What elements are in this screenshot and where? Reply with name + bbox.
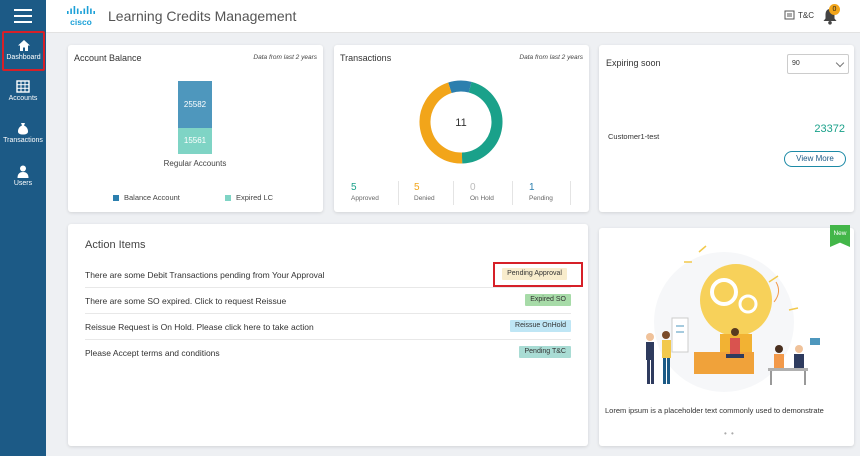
customer-name: Customer1-test: [608, 132, 660, 141]
divider: [398, 181, 399, 205]
donut-slice-approved[interactable]: [461, 81, 503, 164]
stat-on-hold[interactable]: 0 On Hold: [470, 182, 526, 202]
terms-button[interactable]: T&C: [784, 10, 814, 20]
stat-pending[interactable]: 1 Pending: [529, 182, 585, 202]
stat-label: Denied: [414, 195, 435, 202]
donut-slice-pending[interactable]: [448, 80, 472, 94]
bar-value: 15561: [183, 136, 207, 145]
stat-denied[interactable]: 5 Denied: [414, 182, 470, 202]
card-title: Action Items: [85, 239, 146, 251]
action-item-row[interactable]: Please Accept terms and conditions Pendi…: [85, 340, 571, 366]
legend-label: Expired LC: [236, 193, 274, 202]
money-bag-icon: [18, 123, 28, 135]
highlight-box: [493, 262, 583, 287]
select-value: 90: [792, 60, 800, 67]
legend-swatch: [225, 194, 231, 201]
sidebar-item-label: Transactions: [3, 137, 43, 144]
pending-tc-badge[interactable]: Pending T&C: [519, 346, 571, 358]
home-icon: [17, 40, 30, 51]
divider: [453, 181, 454, 205]
stat-label: Pending: [529, 195, 553, 202]
bar-balance-account[interactable]: 25582: [178, 81, 212, 128]
action-item-text: Reissue Request is On Hold. Please click…: [85, 322, 314, 332]
stat-value: 0: [470, 182, 476, 193]
chevron-down-icon: [835, 58, 845, 68]
team-lightbulb-illustration: [646, 245, 820, 392]
card-title: Account Balance: [74, 53, 142, 63]
menu-icon[interactable]: [14, 9, 32, 23]
expired-so-badge[interactable]: Expired SO: [525, 294, 571, 306]
sidebar-item-dashboard[interactable]: Dashboard: [2, 31, 45, 71]
view-more-button[interactable]: View More: [784, 151, 846, 167]
action-items-card: Action Items There are some Debit Transa…: [68, 224, 588, 446]
logo-text: cisco: [70, 17, 92, 27]
reissue-onhold-badge[interactable]: Reissue OnHold: [510, 320, 571, 332]
header: cisco Learning Credits Management T&C 0: [46, 0, 860, 33]
card-title: Expiring soon: [606, 58, 661, 68]
notification-badge: 0: [829, 4, 840, 15]
expiring-soon-card: Expiring soon 90 Customer1-test 23372 Vi…: [599, 45, 854, 212]
grid-icon: [16, 80, 30, 93]
card-title: Transactions: [340, 53, 392, 63]
document-icon: [784, 10, 795, 20]
sidebar-item-transactions[interactable]: Transactions: [0, 122, 46, 144]
sidebar-item-label: Users: [13, 180, 33, 187]
bar-expired-lc[interactable]: 15561: [178, 128, 212, 154]
expiring-amount: 23372: [814, 123, 845, 135]
action-item-text: There are some Debit Transactions pendin…: [85, 270, 325, 280]
data-range-note: Data from last 2 years: [519, 54, 583, 61]
divider: [512, 181, 513, 205]
sidebar-item-label: Dashboard: [6, 54, 41, 61]
sidebar: Dashboard Accounts Transactions Users: [0, 0, 46, 456]
days-select[interactable]: 90: [787, 54, 849, 74]
carousel-dots[interactable]: • •: [724, 429, 735, 438]
app-title: Learning Credits Management: [108, 8, 297, 24]
bar-category-label: Regular Accounts: [163, 159, 227, 168]
legend-swatch: [113, 194, 119, 201]
transactions-card: Transactions Data from last 2 years 11 5…: [334, 45, 589, 212]
action-item-row[interactable]: There are some SO expired. Click to requ…: [85, 288, 571, 314]
sidebar-item-accounts[interactable]: Accounts: [0, 80, 46, 102]
promo-caption: Lorem ipsum is a placeholder text common…: [605, 406, 824, 415]
user-icon: [17, 165, 29, 178]
donut-center-label: 11: [455, 117, 466, 129]
action-item-text: There are some SO expired. Click to requ…: [85, 296, 287, 306]
action-item-row[interactable]: Reissue Request is On Hold. Please click…: [85, 314, 571, 340]
transactions-donut-chart[interactable]: 11: [416, 77, 506, 167]
tc-label: T&C: [798, 10, 814, 20]
legend-expired-lc: Expired LC: [225, 193, 273, 202]
legend-balance-account: Balance Account: [113, 193, 180, 202]
divider: [570, 181, 571, 205]
cisco-logo: cisco: [67, 6, 95, 27]
sidebar-item-users[interactable]: Users: [0, 165, 46, 187]
account-balance-card: Account Balance Data from last 2 years 2…: [68, 45, 323, 212]
sidebar-item-label: Accounts: [8, 95, 38, 102]
stat-label: On Hold: [470, 195, 494, 202]
stat-value: 5: [414, 182, 420, 193]
action-item-text: Please Accept terms and conditions: [85, 348, 220, 358]
stat-value: 1: [529, 182, 535, 193]
bar-value: 25582: [183, 100, 207, 109]
promo-card: New Lorem ipsum is a placeholder text co…: [599, 225, 854, 446]
legend-label: Balance Account: [124, 193, 180, 202]
data-range-note: Data from last 2 years: [253, 54, 317, 61]
